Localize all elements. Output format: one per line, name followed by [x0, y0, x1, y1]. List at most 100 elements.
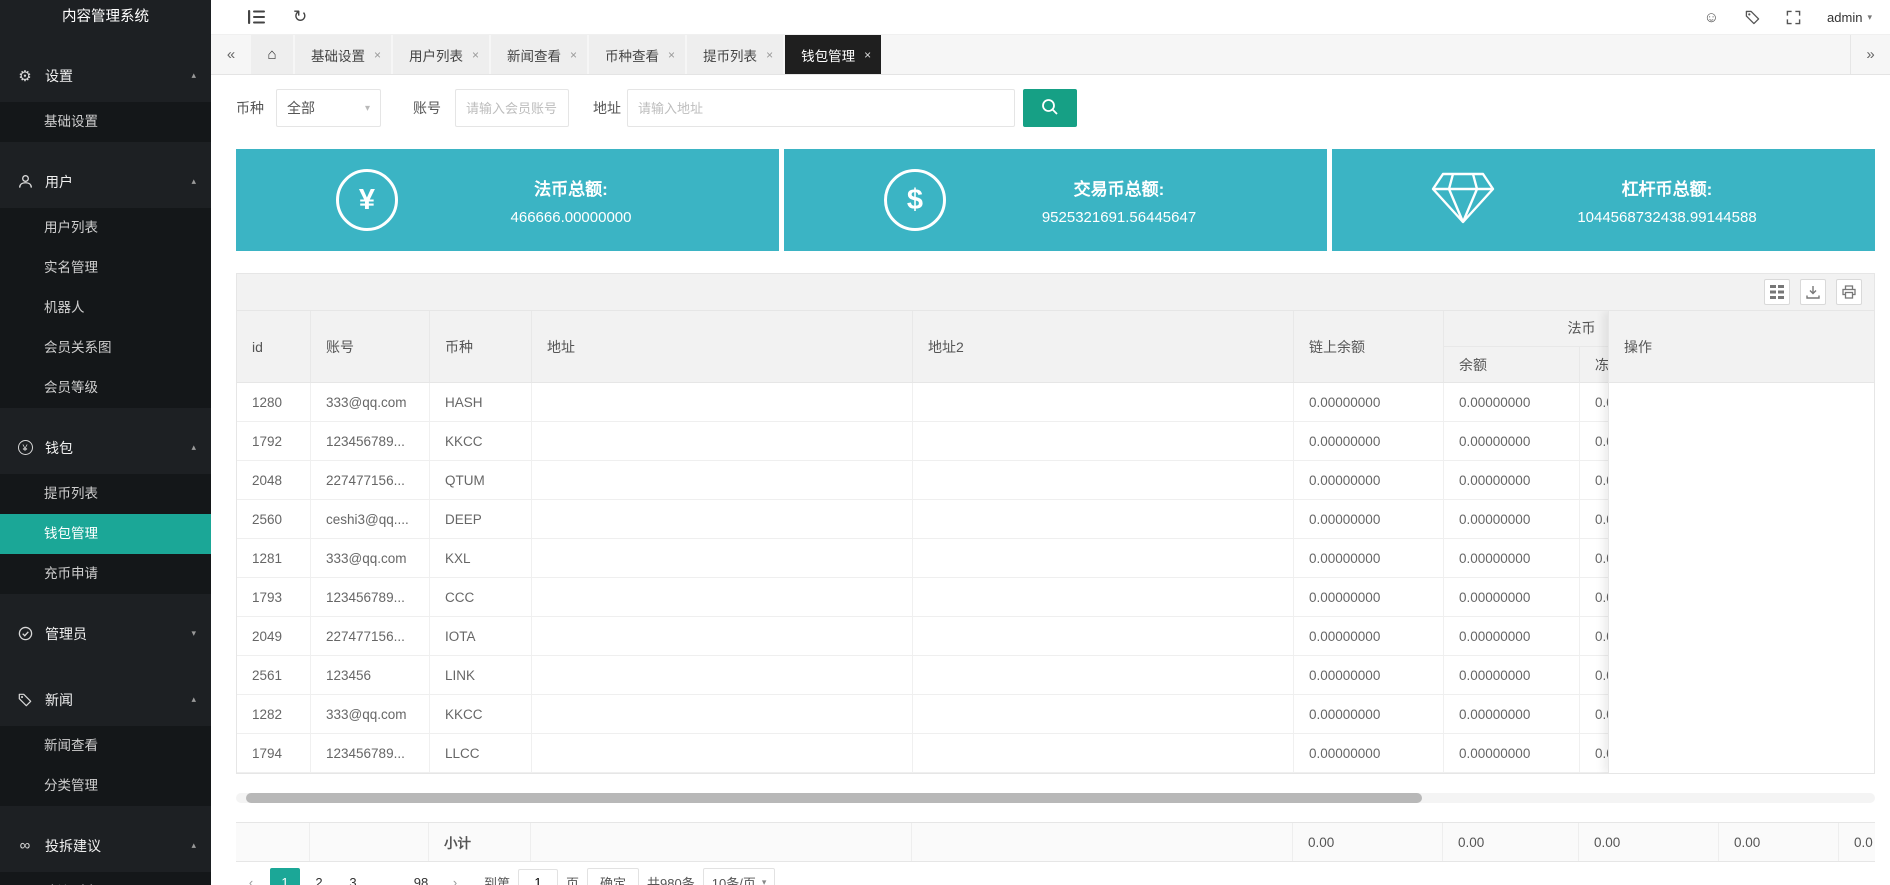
admin-icon [15, 626, 35, 641]
coin-select-value: 全部 [287, 100, 315, 116]
sidebar-item-basic-settings[interactable]: 基础设置 [0, 102, 211, 142]
filter-columns-button[interactable] [1764, 279, 1790, 305]
tabs-scroll-right-icon[interactable]: » [1850, 35, 1890, 74]
search-button[interactable] [1023, 89, 1077, 127]
close-icon[interactable]: × [766, 48, 773, 62]
cell-balance: 0.00000000 [1444, 578, 1580, 616]
cell-id: 1281 [237, 539, 311, 577]
table-toolbar [236, 273, 1875, 311]
page-next-button[interactable]: › [440, 868, 470, 885]
sidebar-item-category-manage[interactable]: 分类管理 [0, 766, 211, 806]
fullscreen-icon[interactable] [1786, 10, 1801, 25]
cell-address [532, 383, 913, 421]
sidebar-section-news-header[interactable]: 新闻 ▴ [0, 673, 211, 726]
sidebar-section-user-header[interactable]: 用户 ▴ [0, 155, 211, 208]
cell-balance: 0.00000000 [1444, 500, 1580, 538]
sidebar-item-realname-manage[interactable]: 实名管理 [0, 248, 211, 288]
coin-select[interactable]: 全部 ▾ [276, 89, 381, 127]
col-header-address: 地址 [532, 311, 913, 382]
export-button[interactable] [1800, 279, 1826, 305]
top-toolbar: ↻ ☺ admin ▾ [211, 0, 1890, 35]
chevron-up-icon: ▴ [191, 176, 196, 186]
cell-address2 [913, 617, 1294, 655]
close-icon[interactable]: × [472, 48, 479, 62]
cell-address [532, 617, 913, 655]
page-button-last[interactable]: 98 [406, 868, 436, 885]
goto-prefix-label: 到第 [484, 875, 511, 885]
cell-account: 333@qq.com [311, 695, 430, 733]
goto-suffix-label: 页 [566, 875, 580, 885]
cell-address [532, 500, 913, 538]
tab-news-view[interactable]: 新闻查看 × [491, 35, 588, 74]
admin-user-dropdown[interactable]: admin ▾ [1827, 10, 1872, 25]
infinity-icon: ∞ [19, 837, 31, 854]
cell-address [532, 695, 913, 733]
cell-address [532, 422, 913, 460]
sidebar-section-wallet-header[interactable]: ¥ 钱包 ▴ [0, 421, 211, 474]
sidebar-item-suggestion-list[interactable]: 建议列表 [0, 872, 211, 885]
cell-account: ceshi3@qq.... [311, 500, 430, 538]
wallet-table: id 账号 币种 地址 地址2 链上余额 法币 余额 冻结 [236, 311, 1875, 774]
page-button-1[interactable]: 1 [270, 868, 300, 885]
address-input[interactable] [627, 89, 1015, 127]
sidebar-item-member-relation[interactable]: 会员关系图 [0, 328, 211, 368]
sidebar-item-withdraw-list[interactable]: 提币列表 [0, 474, 211, 514]
cell-id: 1282 [237, 695, 311, 733]
tab-user-list[interactable]: 用户列表 × [393, 35, 490, 74]
chevron-up-icon: ▴ [191, 442, 196, 452]
gear-icon: ⚙ [18, 67, 32, 85]
print-button[interactable] [1836, 279, 1862, 305]
page-prev-button[interactable]: ‹ [236, 868, 266, 885]
sidebar-section-admin: 管理员 ▾ [0, 607, 211, 660]
sidebar-item-member-level[interactable]: 会员等级 [0, 368, 211, 408]
sidebar-section-label: 钱包 [45, 439, 73, 456]
subtotal-chain-balance: 0.00 [1293, 823, 1443, 861]
account-input[interactable] [455, 89, 569, 127]
page-size-select[interactable]: 10条/页 ▾ [702, 868, 776, 885]
sidebar-section-admin-header[interactable]: 管理员 ▾ [0, 607, 211, 660]
tab-home[interactable]: ⌂ [251, 35, 293, 74]
page-button-3[interactable]: 3 [338, 868, 368, 885]
tab-basic-settings[interactable]: 基础设置 × [295, 35, 392, 74]
tab-coin-view[interactable]: 币种查看 × [589, 35, 686, 74]
tab-label: 基础设置 [311, 48, 365, 64]
tab-label: 新闻查看 [507, 48, 562, 64]
sidebar-section-suggestion-header[interactable]: ∞ 投拆建议 ▴ [0, 819, 211, 872]
cell-chain-balance: 0.00000000 [1294, 422, 1444, 460]
cell-account: 123456 [311, 656, 430, 694]
goto-page-input[interactable] [518, 869, 559, 885]
subtotal-extra: 0.0 [1839, 823, 1875, 861]
total-count-label: 共980条 [647, 875, 695, 885]
fiat-total-value: 466666.00000000 [510, 208, 632, 226]
sidebar-item-deposit-request[interactable]: 充币申请 [0, 554, 211, 594]
close-icon[interactable]: × [374, 48, 381, 62]
cell-address2 [913, 422, 1294, 460]
sidebar-item-user-list[interactable]: 用户列表 [0, 208, 211, 248]
close-icon[interactable]: × [864, 48, 871, 62]
tab-wallet-manage[interactable]: 钱包管理 × [785, 35, 882, 74]
cell-address [532, 734, 913, 772]
collapse-menu-icon[interactable] [248, 10, 265, 24]
page-button-2[interactable]: 2 [304, 868, 334, 885]
tab-withdraw-list[interactable]: 提币列表 × [687, 35, 784, 74]
scrollbar-thumb[interactable] [246, 793, 1422, 803]
confirm-button[interactable]: 确定 [587, 868, 640, 885]
close-icon[interactable]: × [570, 48, 577, 62]
refresh-icon[interactable]: ↻ [293, 7, 307, 27]
close-icon[interactable]: × [668, 48, 675, 62]
chevron-up-icon: ▴ [191, 694, 196, 704]
cell-coin: DEEP [430, 500, 532, 538]
tag-icon[interactable] [1745, 10, 1760, 25]
page-ellipsis: … [372, 868, 402, 885]
sidebar-section-label: 新闻 [45, 691, 73, 708]
sidebar-section-settings-header[interactable]: ⚙ 设置 ▴ [0, 49, 211, 102]
col-header-address2: 地址2 [913, 311, 1294, 382]
col-header-chain-balance: 链上余额 [1294, 311, 1444, 382]
chat-icon[interactable]: ☺ [1704, 9, 1719, 26]
sidebar-item-wallet-manage[interactable]: 钱包管理 [0, 514, 211, 554]
sidebar-item-robot[interactable]: 机器人 [0, 288, 211, 328]
sidebar-item-news-view[interactable]: 新闻查看 [0, 726, 211, 766]
tabs-scroll-left-icon[interactable]: « [211, 35, 251, 74]
cell-chain-balance: 0.00000000 [1294, 500, 1444, 538]
chevron-down-icon: ▾ [1867, 11, 1872, 22]
